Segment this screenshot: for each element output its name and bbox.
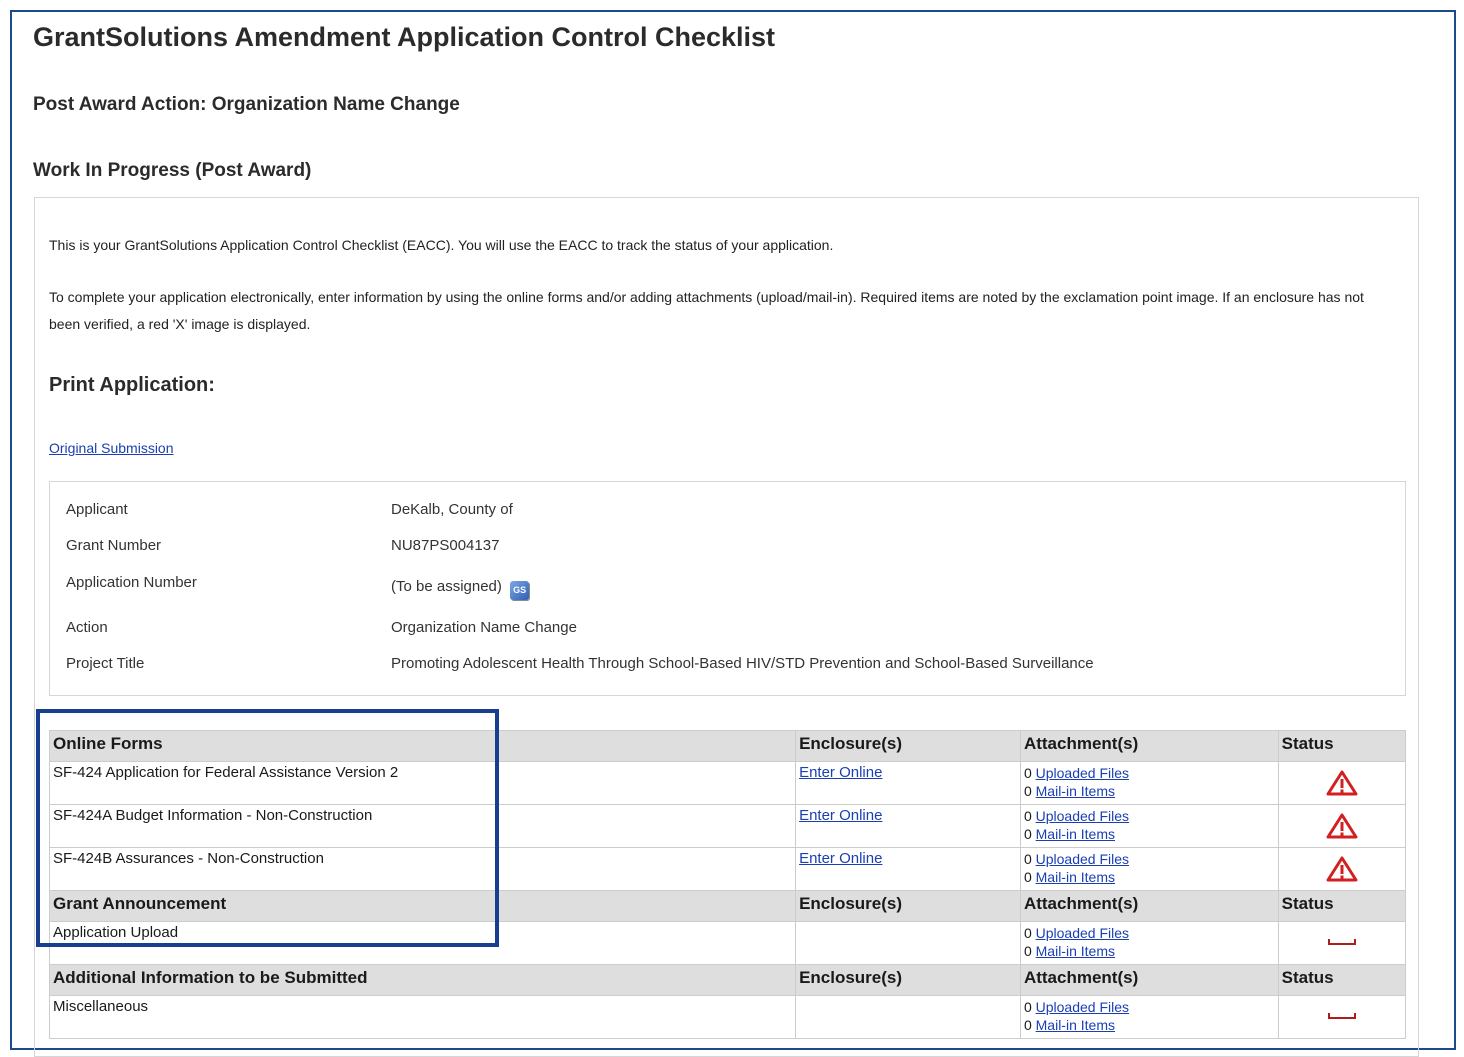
table-row: Miscellaneous 0 Uploaded Files 0 Mail-in I… [48,995,1407,1039]
table-row: SF-424A Budget Information - Non-Constru… [48,804,1407,848]
enter-online-link[interactable]: Enter Online [799,850,882,867]
uploaded-count: 0 [1023,808,1032,824]
project-title-label: Project Title [66,655,145,672]
application-number-label: Application Number [66,574,197,591]
attachments-cell: 0 Uploaded Files 0 Mail-in Items [1019,804,1279,848]
attachments-header: Attachment(s) [1019,964,1279,996]
item-name: Miscellaneous [48,995,797,1039]
attachments-header: Attachment(s) [1019,730,1279,762]
action-value: Organization Name Change [391,619,577,636]
applicant-value: DeKalb, County of [391,501,513,518]
application-number-value: (To be assigned) [391,578,502,595]
print-application-heading: Print Application: [49,374,215,396]
attachments-cell: 0 Uploaded Files 0 Mail-in Items [1019,995,1279,1039]
mailin-count: 0 [1023,783,1032,799]
page-title: GrantSolutions Amendment Application Con… [33,22,776,52]
uploaded-files-link[interactable]: Uploaded Files [1036,999,1129,1015]
uploaded-count: 0 [1023,925,1032,941]
section-header: Additional Information to be Submitted En… [48,964,1407,996]
checklist-panel: This is your GrantSolutions Application … [34,197,1419,1057]
gs-icon[interactable]: GS [510,581,530,600]
status-cell [1277,847,1407,891]
uploaded-files-link[interactable]: Uploaded Files [1036,851,1129,867]
mailin-count: 0 [1023,869,1032,885]
enclosures-header: Enclosure(s) [795,730,1021,762]
uploaded-files-link[interactable]: Uploaded Files [1036,808,1129,824]
project-title-value: Promoting Adolescent Health Through Scho… [391,655,1094,672]
item-name: SF-424A Budget Information - Non-Constru… [48,804,797,848]
post-award-action: Post Award Action: Organization Name Cha… [33,94,460,115]
section-header: Online Forms Enclosure(s) Attachment(s) Sta… [48,730,1407,762]
pending-icon [1327,1013,1356,1019]
mailin-count: 0 [1023,943,1032,959]
mailin-count: 0 [1023,826,1032,842]
mail-in-items-link[interactable]: Mail-in Items [1036,826,1115,842]
status-cell [1277,995,1407,1039]
attachments-header: Attachment(s) [1019,890,1279,922]
application-info-box: Applicant DeKalb, County of Grant Number… [49,481,1406,696]
table-row: SF-424 Application for Federal Assistanc… [48,761,1407,805]
mail-in-items-link[interactable]: Mail-in Items [1036,1017,1115,1033]
enclosure-cell: Enter Online [795,847,1021,891]
mail-in-items-link[interactable]: Mail-in Items [1036,943,1115,959]
uploaded-count: 0 [1023,999,1032,1015]
section-name: Online Forms [48,730,797,762]
application-number-cell: (To be assigned) GS [391,578,530,600]
pending-icon [1327,939,1356,945]
enclosure-cell: Enter Online [795,804,1021,848]
attachments-cell: 0 Uploaded Files 0 Mail-in Items [1019,761,1279,805]
table-row: Application Upload 0 Uploaded Files 0 Mail… [48,921,1407,965]
original-submission-link[interactable]: Original Submission [49,440,174,456]
status-header: Status [1277,964,1407,996]
enter-online-link[interactable]: Enter Online [799,764,882,781]
warning-icon [1326,856,1358,882]
warning-icon [1326,813,1358,839]
mailin-count: 0 [1023,1017,1032,1033]
intro-paragraph-1: This is your GrantSolutions Application … [49,237,834,253]
grant-number-value: NU87PS004137 [391,537,500,554]
enclosures-header: Enclosure(s) [795,964,1021,996]
item-name: SF-424 Application for Federal Assistanc… [48,761,797,805]
enter-online-link[interactable]: Enter Online [799,807,882,824]
section-name: Additional Information to be Submitted [48,964,797,996]
uploaded-count: 0 [1023,851,1032,867]
status-cell [1277,921,1407,965]
mail-in-items-link[interactable]: Mail-in Items [1036,869,1115,885]
enclosure-cell: Enter Online [795,761,1021,805]
status-heading: Work In Progress (Post Award) [33,160,312,181]
item-name: SF-424B Assurances - Non-Construction [48,847,797,891]
page-frame: GrantSolutions Amendment Application Con… [10,10,1456,1057]
enclosure-cell [795,921,1021,965]
intro-paragraph-2: To complete your application electronica… [49,289,1364,332]
status-cell [1277,761,1407,805]
item-name: Application Upload [48,921,797,965]
enclosures-header: Enclosure(s) [795,890,1021,922]
applicant-label: Applicant [66,501,128,518]
table-row: SF-424B Assurances - Non-Construction Ent… [48,847,1407,891]
uploaded-files-link[interactable]: Uploaded Files [1036,925,1129,941]
section-name: Grant Announcement [48,890,797,922]
status-header: Status [1277,890,1407,922]
checklist-table: Online Forms Enclosure(s) Attachment(s) Sta… [48,730,1407,1039]
enclosure-cell [795,995,1021,1039]
mail-in-items-link[interactable]: Mail-in Items [1036,783,1115,799]
warning-icon [1326,770,1358,796]
action-label: Action [66,619,108,636]
grant-number-label: Grant Number [66,537,162,554]
attachments-cell: 0 Uploaded Files 0 Mail-in Items [1019,921,1279,965]
status-cell [1277,804,1407,848]
status-header: Status [1277,730,1407,762]
section-header: Grant Announcement Enclosure(s) Attachment… [48,890,1407,922]
uploaded-count: 0 [1023,765,1032,781]
attachments-cell: 0 Uploaded Files 0 Mail-in Items [1019,847,1279,891]
uploaded-files-link[interactable]: Uploaded Files [1036,765,1129,781]
